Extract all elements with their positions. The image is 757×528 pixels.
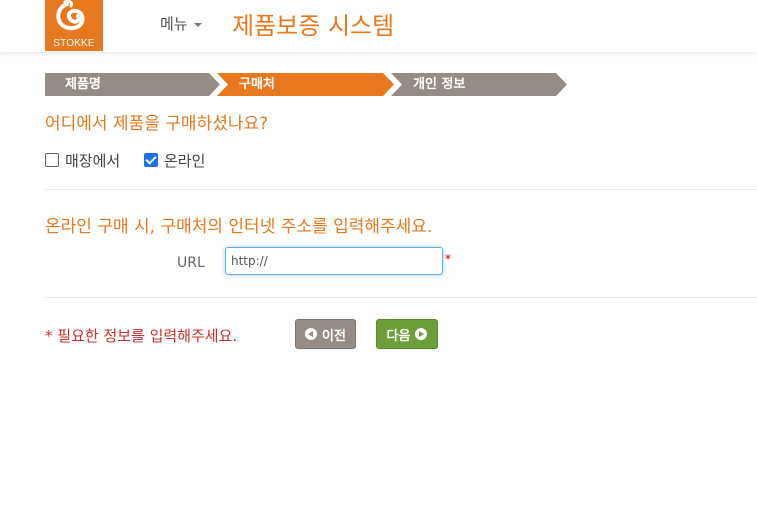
step-label: 개인 정보 <box>413 77 466 92</box>
menu-label: 메뉴 <box>160 15 188 33</box>
chevron-right-circle-icon <box>415 328 428 340</box>
url-input[interactable] <box>225 247 443 275</box>
prev-button[interactable]: 이전 <box>295 319 356 349</box>
next-label: 다음 <box>386 328 411 344</box>
system-title: 제품보증 시스템 <box>232 12 395 40</box>
step-product-name: 제품명 <box>45 73 220 96</box>
logo-mark-icon <box>56 0 85 31</box>
divider <box>45 297 757 298</box>
url-label: URL <box>177 255 205 271</box>
caret-down-icon <box>193 22 202 27</box>
divider <box>45 189 757 190</box>
logo-text: STOKKE <box>53 38 95 49</box>
required-mark: * <box>445 252 451 266</box>
step-label: 제품명 <box>65 77 101 92</box>
step-purchase-place: 구매처 <box>217 73 394 96</box>
online-url-question: 온라인 구매 시, 구매처의 인터넷 주소를 입력해주세요. <box>45 217 433 237</box>
chevron-left-circle-icon <box>305 328 318 340</box>
purchase-question: 어디에서 제품을 구매하셨나요? <box>45 114 269 134</box>
step-label: 구매처 <box>239 77 275 92</box>
next-button[interactable]: 다음 <box>376 319 438 349</box>
in-store-checkbox[interactable] <box>45 153 59 167</box>
stokke-logo[interactable]: STOKKE <box>45 0 103 51</box>
required-note: * 필요한 정보를 입력해주세요. <box>45 327 238 345</box>
online-checkbox[interactable] <box>144 153 158 167</box>
step-personal-info: 개인 정보 <box>391 73 567 96</box>
menu-dropdown[interactable]: 메뉴 <box>160 13 202 34</box>
header: STOKKE 메뉴 제품보증 시스템 <box>0 0 757 52</box>
in-store-label: 매장에서 <box>65 152 121 170</box>
online-label: 온라인 <box>164 152 206 170</box>
prev-label: 이전 <box>322 328 346 344</box>
